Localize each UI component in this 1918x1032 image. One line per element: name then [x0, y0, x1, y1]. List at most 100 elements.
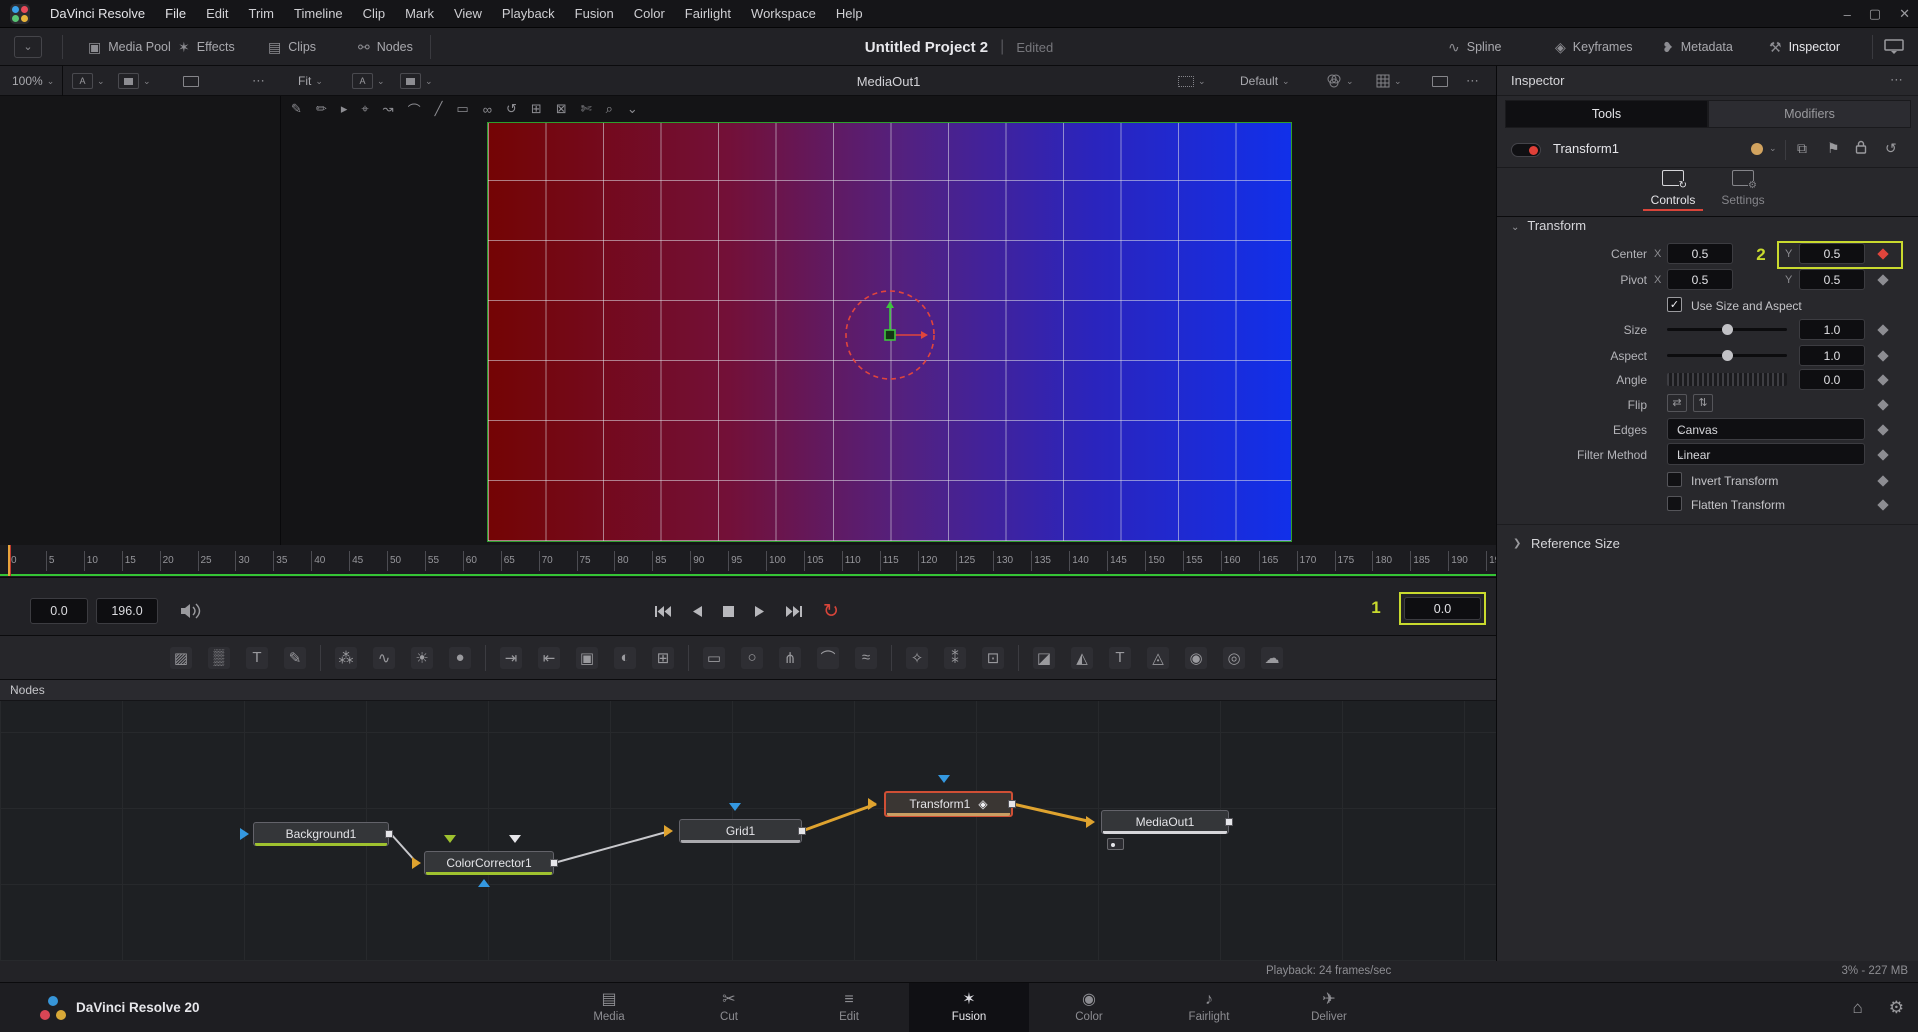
- view-button[interactable]: ⌄: [400, 66, 433, 96]
- image-plane-3d-node-icon[interactable]: ◪: [1033, 647, 1055, 669]
- size-slider[interactable]: [1667, 328, 1787, 331]
- transform-node-icon[interactable]: ⊞: [652, 647, 674, 669]
- node-graph[interactable]: Background1 ColorCorrector1 Grid1 Transf…: [0, 701, 1496, 961]
- edges-dropdown[interactable]: Canvas⌄: [1667, 418, 1865, 440]
- menu-clip[interactable]: Clip: [353, 0, 395, 28]
- lock-icon[interactable]: [1855, 140, 1867, 157]
- left-channel-button[interactable]: A⌄: [72, 66, 105, 96]
- keyframe-diamond-flatten[interactable]: [1877, 499, 1888, 510]
- left-options-button[interactable]: ⋯: [252, 66, 266, 96]
- chevron-down-icon[interactable]: ⌄: [1769, 143, 1777, 154]
- keyframe-diamond-angle[interactable]: [1877, 374, 1888, 385]
- current-frame-field[interactable]: 0.0: [1404, 597, 1481, 620]
- use-size-aspect-checkbox[interactable]: ✓: [1667, 297, 1682, 312]
- node-grid1[interactable]: Grid1: [679, 819, 802, 843]
- filter-method-dropdown[interactable]: Linear⌄: [1667, 443, 1865, 465]
- flip-vertical-button[interactable]: ⇅: [1693, 394, 1713, 412]
- pointer-tool-icon[interactable]: ▸: [341, 101, 348, 117]
- pen-add-tool-icon[interactable]: ✎: [291, 101, 302, 117]
- viewer-options-button[interactable]: ⋯: [1466, 66, 1480, 96]
- particle-emitter-node-icon[interactable]: ✧: [906, 647, 928, 669]
- keyframe-diamond-flip[interactable]: [1877, 399, 1888, 410]
- cut-tool-icon[interactable]: ✄: [581, 101, 592, 117]
- menu-playback[interactable]: Playback: [492, 0, 565, 28]
- link-tool-icon[interactable]: ∞: [483, 102, 492, 117]
- grid1-output[interactable]: [798, 827, 806, 835]
- background-node-icon[interactable]: ▨: [170, 647, 192, 669]
- hue-curves-node-icon[interactable]: ●: [449, 647, 471, 669]
- left-view-button[interactable]: ⌄: [118, 66, 151, 96]
- menu-file[interactable]: File: [155, 0, 196, 28]
- invert-transform-checkbox[interactable]: [1667, 472, 1682, 487]
- merge-3d-node-icon[interactable]: ◬: [1147, 647, 1169, 669]
- expand-tool-icon[interactable]: ⌄: [627, 101, 638, 117]
- menu-view[interactable]: View: [444, 0, 492, 28]
- collapse-panel-button[interactable]: ⌄: [14, 36, 42, 58]
- timeline-ruler[interactable]: 0510152025303540455055606570758085909510…: [0, 545, 1496, 578]
- colorcorrector1-output[interactable]: [550, 859, 558, 867]
- metadata-button[interactable]: ❥Metadata: [1662, 28, 1733, 66]
- proxy-button[interactable]: ⌄: [1178, 66, 1206, 96]
- inspector-options-button[interactable]: ⋯: [1890, 72, 1904, 88]
- polygon-mask-node-icon[interactable]: ⋔: [779, 647, 801, 669]
- menu-fairlight[interactable]: Fairlight: [675, 0, 741, 28]
- angle-thumbwheel[interactable]: [1667, 373, 1787, 386]
- aspect-slider[interactable]: [1667, 354, 1787, 357]
- rectangle-mask-node-icon[interactable]: ▭: [703, 647, 725, 669]
- menu-color[interactable]: Color: [624, 0, 675, 28]
- page-media[interactable]: ▤Media: [549, 983, 669, 1032]
- blur-node-icon[interactable]: ⁂: [335, 647, 357, 669]
- magnify-tool-icon[interactable]: ⌕: [606, 101, 613, 117]
- viewer-image[interactable]: [487, 122, 1292, 542]
- spline-mask-node-icon[interactable]: ≈: [855, 647, 877, 669]
- transform-section-header[interactable]: ⌄Transform: [1511, 218, 1586, 233]
- expand-viewer-button[interactable]: [1432, 66, 1448, 96]
- insert-point-tool-icon[interactable]: ⊞: [531, 101, 542, 117]
- page-cut[interactable]: ✂Cut: [669, 983, 789, 1032]
- background1-output[interactable]: [385, 830, 393, 838]
- left-roi-button[interactable]: [183, 66, 199, 96]
- tab-modifiers[interactable]: Modifiers: [1708, 100, 1911, 128]
- duration-field[interactable]: 196.0: [96, 598, 158, 624]
- matte-control-node-icon[interactable]: ◐: [614, 647, 636, 669]
- grid-overlay-button[interactable]: ⌄: [1376, 66, 1402, 96]
- fit-select[interactable]: Fit⌄: [298, 66, 323, 96]
- last-frame-button[interactable]: [786, 605, 803, 618]
- clips-button[interactable]: ▤Clips: [268, 28, 316, 66]
- node-color-swatch[interactable]: [1751, 143, 1763, 155]
- menu-help[interactable]: Help: [826, 0, 873, 28]
- nodes-options-button[interactable]: ⋯: [10, 682, 1474, 698]
- keyframes-button[interactable]: ◈Keyframes: [1555, 28, 1633, 66]
- close-button[interactable]: ✕: [1899, 6, 1910, 22]
- node-enable-toggle[interactable]: [1511, 143, 1541, 157]
- gear-icon[interactable]: ⚙: [1889, 998, 1904, 1018]
- menu-timeline[interactable]: Timeline: [284, 0, 353, 28]
- line-tool-icon[interactable]: ╱: [435, 101, 443, 117]
- center-x-field[interactable]: 0.5: [1667, 243, 1733, 264]
- transform1-input[interactable]: [868, 798, 877, 810]
- shape-3d-node-icon[interactable]: ◭: [1071, 647, 1093, 669]
- background1-input[interactable]: [240, 828, 249, 840]
- color-corrector-node-icon[interactable]: ☀: [411, 647, 433, 669]
- text-3d-node-icon[interactable]: T: [1109, 647, 1131, 669]
- tab-tools[interactable]: Tools: [1505, 100, 1708, 128]
- rotate-tool-icon[interactable]: ↺: [506, 101, 517, 117]
- transform1-output[interactable]: [1008, 800, 1016, 808]
- text-node-icon[interactable]: T: [246, 647, 268, 669]
- nodes-button[interactable]: ⚯Nodes: [358, 28, 413, 66]
- home-icon[interactable]: ⌂: [1852, 998, 1862, 1018]
- page-fairlight[interactable]: ♪Fairlight: [1149, 983, 1269, 1032]
- fast-noise-node-icon[interactable]: ▒: [208, 647, 230, 669]
- keyframe-diamond-aspect[interactable]: [1877, 350, 1888, 361]
- copy-icon[interactable]: ⧉: [1797, 140, 1807, 157]
- aspect-field[interactable]: 1.0: [1799, 345, 1865, 366]
- keyframe-diamond-size[interactable]: [1877, 324, 1888, 335]
- transform1-top-input[interactable]: [938, 775, 950, 783]
- loader-node-icon[interactable]: ⇥: [500, 647, 522, 669]
- subtab-settings[interactable]: ⚙ Settings: [1713, 170, 1773, 207]
- bezier-tool-icon[interactable]: ↝: [383, 101, 394, 117]
- speaker-icon[interactable]: [180, 602, 202, 620]
- mediaout1-output[interactable]: [1225, 818, 1233, 826]
- inspector-button[interactable]: ⚒Inspector: [1769, 28, 1840, 66]
- ellipse-mask-node-icon[interactable]: ○: [741, 647, 763, 669]
